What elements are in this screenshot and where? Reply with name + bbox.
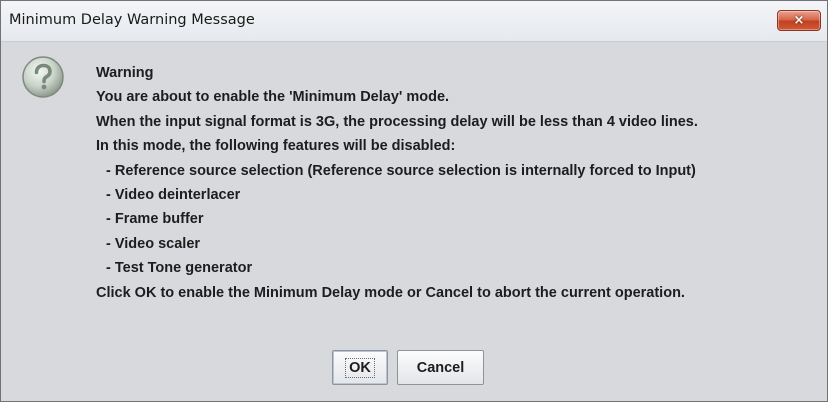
window-title: Minimum Delay Warning Message bbox=[9, 12, 255, 28]
title-bar[interactable]: Minimum Delay Warning Message × bbox=[1, 1, 827, 42]
cancel-button[interactable]: Cancel bbox=[397, 350, 484, 385]
disabled-feature-item: - Test Tone generator bbox=[106, 260, 253, 277]
question-icon bbox=[22, 56, 64, 98]
close-button[interactable]: × bbox=[777, 10, 821, 31]
ok-button[interactable]: OK bbox=[332, 350, 388, 385]
message-text: Warning You are about to enable the 'Min… bbox=[96, 61, 821, 305]
dialog-content: Warning You are about to enable the 'Min… bbox=[1, 42, 827, 401]
cancel-button-label: Cancel bbox=[416, 359, 465, 376]
button-row: OK Cancel bbox=[332, 350, 484, 386]
message-heading: Warning bbox=[96, 65, 154, 81]
message-line: When the input signal format is 3G, the … bbox=[96, 113, 698, 130]
message-line: Click OK to enable the Minimum Delay mod… bbox=[96, 284, 685, 301]
disabled-feature-item: - Reference source selection (Reference … bbox=[106, 162, 696, 179]
message-line: In this mode, the following features wil… bbox=[96, 138, 456, 155]
disabled-feature-item: - Video scaler bbox=[106, 235, 201, 252]
ok-button-label: OK bbox=[345, 357, 375, 378]
dialog-window: Minimum Delay Warning Message × Warning … bbox=[0, 0, 828, 402]
disabled-feature-item: - Frame buffer bbox=[106, 211, 204, 228]
close-icon: × bbox=[793, 13, 805, 28]
disabled-feature-item: - Video deinterlacer bbox=[106, 186, 241, 203]
message-line: You are about to enable the 'Minimum Del… bbox=[96, 89, 450, 106]
